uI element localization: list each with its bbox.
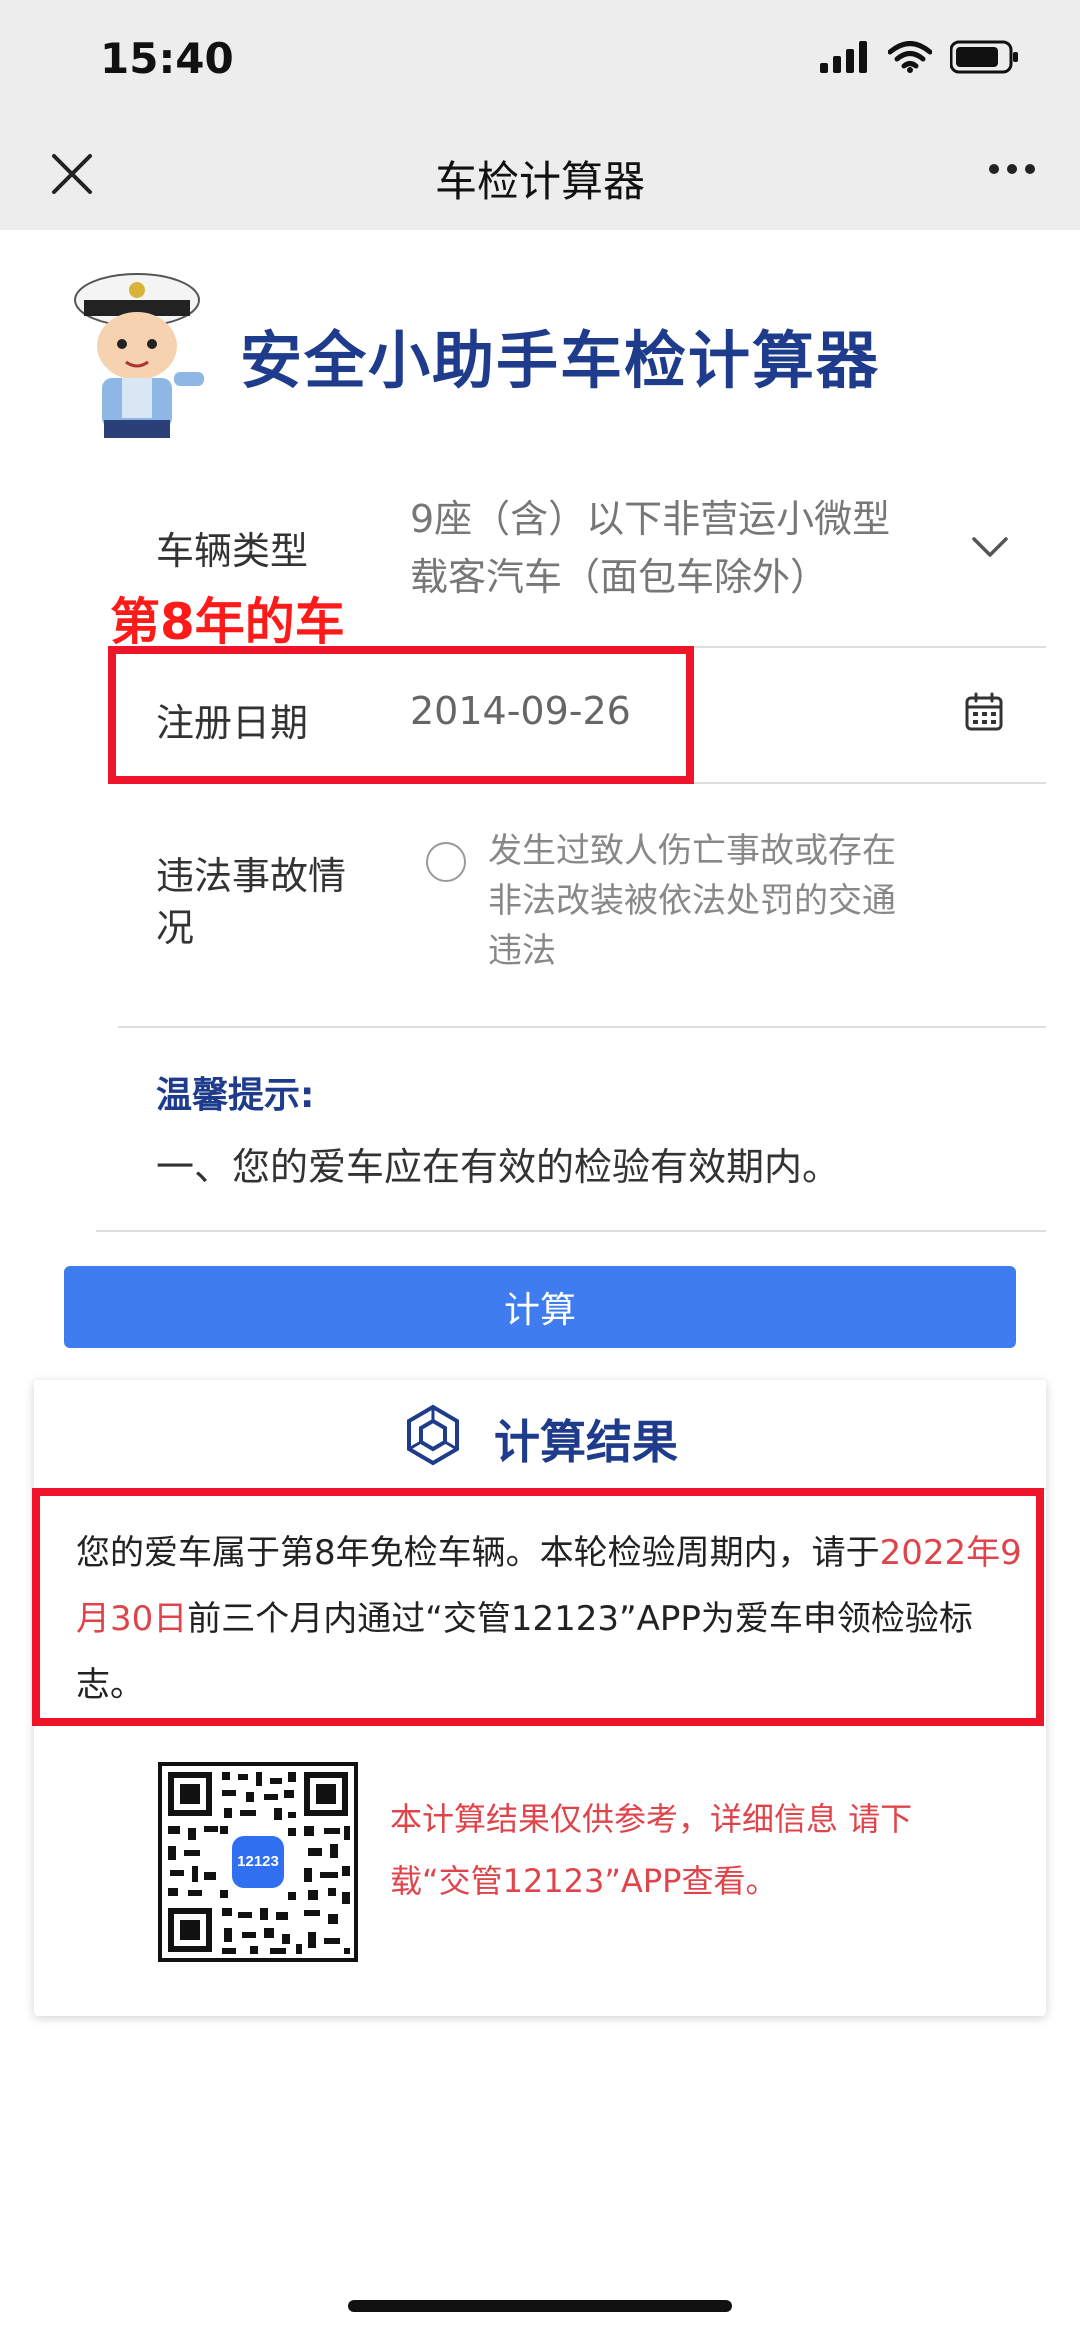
violation-option-text: 发生过致人伤亡事故或存在 非法改装被依法处罚的交通 违法 — [488, 826, 896, 976]
tip-title: 温馨提示: — [156, 1075, 315, 1116]
signal-icon — [820, 41, 867, 73]
calendar-icon[interactable] — [964, 692, 1004, 732]
police-mascot-icon — [74, 273, 204, 438]
nav-bar: 车检计算器 — [0, 120, 1080, 230]
qr-badge-text: 12123 — [237, 1853, 279, 1870]
status-bar: 15:40 — [0, 0, 1080, 120]
app-title: 安全小助手车检计算器 — [240, 324, 881, 397]
violation-label: 违法事故情 况 — [156, 850, 346, 954]
vehicle-type-value-line2: 载客汽车（面包车除外） — [410, 555, 829, 599]
tip-text: 一、您的爱车应在有效的检验有效期内。 — [156, 1145, 841, 1189]
divider — [694, 782, 1046, 784]
wifi-icon — [888, 41, 932, 73]
chevron-down-icon[interactable] — [970, 535, 1010, 559]
result-highlight-box — [32, 1488, 1044, 1726]
result-title: 计算结果 — [494, 1415, 678, 1469]
hexagon-icon — [407, 1404, 459, 1466]
more-icon[interactable] — [988, 162, 1036, 176]
violation-radio[interactable] — [426, 842, 466, 882]
violation-option-line2: 非法改装被依法处罚的交通 — [488, 881, 896, 921]
vehicle-type-label: 车辆类型 — [156, 529, 309, 573]
status-icons — [820, 40, 1020, 74]
app-header: 安全小助手车检计算器 — [0, 230, 1080, 450]
qr-code-icon: 12123 — [158, 1762, 358, 1962]
vehicle-type-value-line1: 9座（含）以下非营运小微型 — [410, 497, 891, 541]
divider — [96, 1230, 1046, 1232]
page-title: 车检计算器 — [434, 157, 645, 206]
result-card: 计算结果 您的爱车属于第8年免检车辆。本轮检验周期内，请于2022年9月30日前… — [32, 1380, 1046, 2016]
annotation-label: 第8年的车 — [110, 593, 345, 651]
home-indicator — [348, 2300, 732, 2312]
divider — [118, 1026, 1046, 1028]
result-header: 计算结果 — [34, 1380, 1046, 1490]
violation-option-line1: 发生过致人伤亡事故或存在 — [488, 831, 896, 871]
calculate-button[interactable]: 计算 — [64, 1266, 1016, 1348]
violation-option-line3: 违法 — [488, 931, 556, 971]
vehicle-type-select[interactable]: 9座（含）以下非营运小微型 载客汽车（面包车除外） — [410, 490, 890, 606]
violation-label-line1: 违法事故情 — [156, 854, 347, 898]
reg-date-highlight-box — [108, 646, 694, 784]
violation-label-line2: 况 — [156, 906, 195, 950]
battery-icon — [950, 40, 1018, 74]
status-time: 15:40 — [100, 34, 234, 83]
qr-note: 本计算结果仅供参考，详细信息 请下载“交管12123”APP查看。 — [390, 1800, 913, 1900]
